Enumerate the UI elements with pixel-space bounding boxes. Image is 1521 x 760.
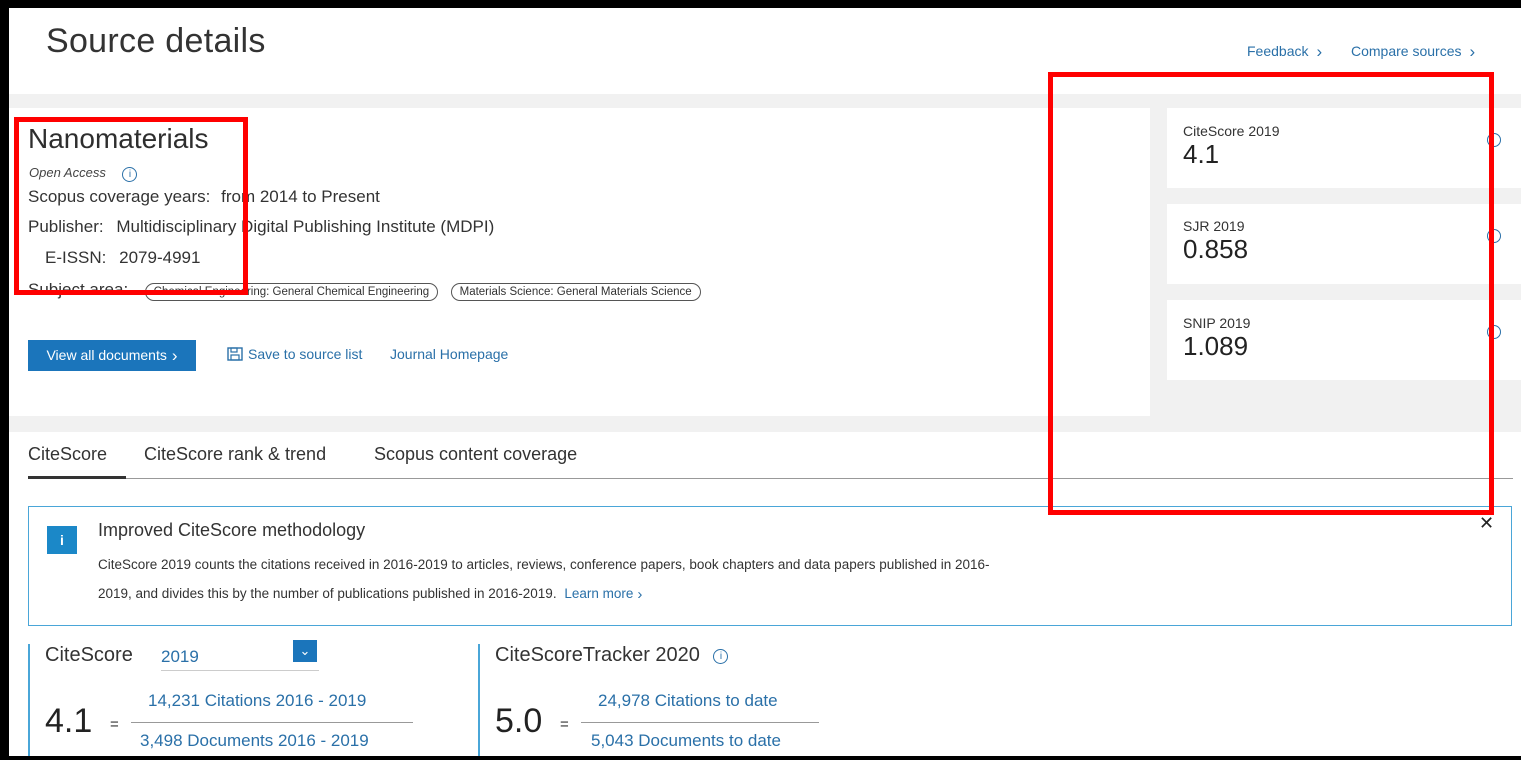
equals-sign: = [560, 716, 569, 733]
citescore-heading: CiteScore [45, 644, 133, 666]
citescore-value: 4.1 [45, 702, 93, 740]
equals-sign: = [110, 716, 119, 733]
eissn-value: 2079-4991 [119, 248, 201, 267]
coverage-label: Scopus coverage years: [28, 187, 211, 206]
coverage-row: Scopus coverage years: from 2014 to Pres… [28, 187, 380, 207]
metric-label: SNIP 2019 [1183, 315, 1251, 331]
panel-border [28, 644, 30, 756]
save-to-source-list-link[interactable]: Save to source list [227, 346, 362, 362]
eissn-row: E-ISSN: 2079-4991 [45, 248, 200, 268]
metric-value: 0.858 [1183, 234, 1249, 264]
tab-active-indicator [28, 476, 126, 479]
journal-homepage-link[interactable]: Journal Homepage [390, 346, 508, 362]
metric-label: CiteScore 2019 [1183, 123, 1280, 139]
notice-body: CiteScore 2019 counts the citations rece… [98, 550, 998, 609]
info-icon[interactable]: i [713, 649, 729, 664]
tracker-heading: CiteScoreTracker 2020 i [495, 644, 729, 667]
documents-to-date-link[interactable]: 5,043 Documents to date [591, 731, 781, 751]
tab-divider [28, 478, 1513, 479]
feedback-link[interactable]: Feedback › [1247, 42, 1322, 62]
panel-divider [478, 644, 480, 756]
info-icon: i [47, 526, 77, 554]
notice-title: Improved CiteScore methodology [98, 520, 366, 540]
citations-link[interactable]: 14,231 Citations 2016 - 2019 [148, 691, 366, 711]
tracker-value: 5.0 [495, 702, 543, 740]
coverage-value: from 2014 to Present [221, 187, 380, 206]
fraction-line [131, 722, 413, 723]
year-select-value: 2019 [161, 647, 199, 666]
chevron-down-icon[interactable]: ⌄ [293, 640, 317, 662]
fraction-line [581, 722, 819, 723]
subject-chip[interactable]: Materials Science: General Materials Sci… [450, 283, 701, 301]
learn-more-label: Learn more [564, 586, 634, 601]
info-icon[interactable] [1487, 325, 1501, 339]
notice-text: CiteScore 2019 counts the citations rece… [98, 557, 990, 601]
compare-sources-link[interactable]: Compare sources › [1351, 42, 1475, 62]
methodology-notice: i Improved CiteScore methodology CiteSco… [28, 506, 1512, 626]
documents-link[interactable]: 3,498 Documents 2016 - 2019 [140, 731, 369, 751]
subject-area-label: Subject area: [28, 280, 129, 299]
tab-scopus-content-coverage[interactable]: Scopus content coverage [374, 444, 577, 465]
metric-value: 1.089 [1183, 331, 1249, 361]
chevron-right-icon: › [1316, 42, 1323, 61]
journal-title: Nanomaterials [28, 123, 209, 154]
citescore-card: CiteScore 2019 4.1 [1167, 108, 1521, 188]
tracker-title: CiteScoreTracker 2020 [495, 644, 700, 666]
chevron-right-icon: › [171, 346, 178, 365]
feedback-label: Feedback [1247, 43, 1309, 59]
page-frame: Source details Feedback › Compare sources… [9, 8, 1521, 756]
save-label: Save to source list [248, 346, 363, 362]
eissn-label: E-ISSN: [45, 248, 107, 267]
publisher-label: Publisher: [28, 217, 104, 236]
publisher-row: Publisher: Multidisciplinary Digital Pub… [28, 217, 494, 237]
info-icon[interactable]: i [122, 167, 138, 182]
chevron-right-icon: › [1469, 42, 1476, 61]
metric-label: SJR 2019 [1183, 218, 1245, 234]
subject-chip[interactable]: Chemical Engineering: General Chemical E… [144, 283, 439, 301]
save-icon [227, 347, 243, 361]
tab-citescore[interactable]: CiteScore [28, 444, 107, 465]
open-access-label: Open Access [29, 165, 106, 180]
learn-more-link[interactable]: Learn more › [564, 586, 642, 603]
info-icon[interactable] [1487, 229, 1501, 243]
open-access-row: Open Access i [29, 165, 138, 182]
tab-citescore-rank-trend[interactable]: CiteScore rank & trend [144, 444, 326, 465]
info-icon[interactable] [1487, 133, 1501, 147]
snip-card: SNIP 2019 1.089 [1167, 300, 1521, 380]
citations-to-date-link[interactable]: 24,978 Citations to date [598, 691, 778, 711]
publisher-value: Multidisciplinary Digital Publishing Ins… [116, 217, 495, 236]
page-title: Source details [46, 22, 266, 60]
metric-value: 4.1 [1183, 139, 1220, 169]
sjr-card: SJR 2019 0.858 [1167, 204, 1521, 284]
chevron-right-icon: › [637, 586, 643, 603]
compare-label: Compare sources [1351, 43, 1462, 59]
view-all-label: View all documents [46, 347, 167, 363]
close-icon[interactable]: ✕ [1479, 513, 1494, 534]
subject-area-row: Subject area: Chemical Engineering: Gene… [28, 280, 709, 301]
view-all-documents-button[interactable]: View all documents › [28, 340, 196, 371]
